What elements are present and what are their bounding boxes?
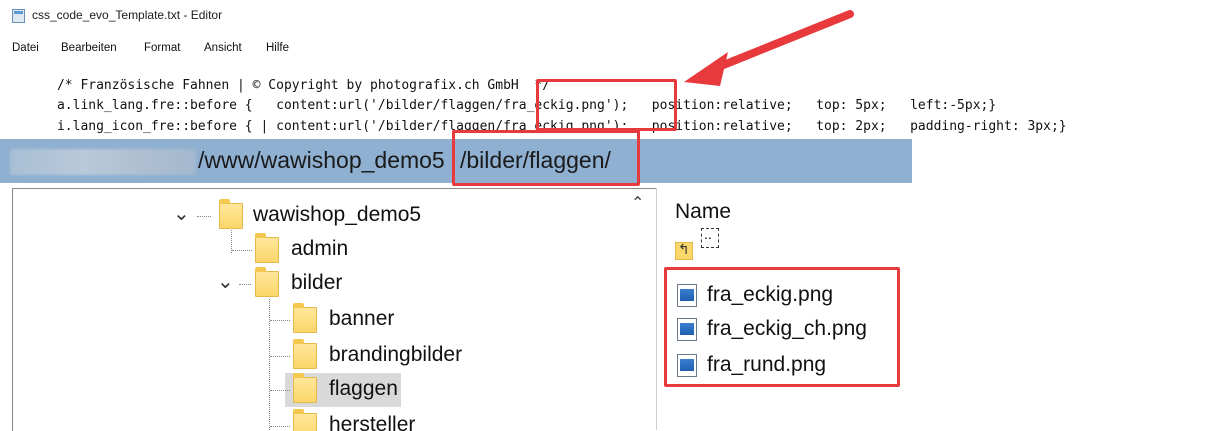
folder-icon	[219, 199, 243, 229]
tree-item-label: hersteller	[329, 413, 416, 431]
code-line-2-selector: i.lang_icon_fre::before { | content:url(…	[56, 119, 504, 134]
tree-item-label: wawishop_demo5	[253, 203, 422, 226]
tree-scrollbar[interactable]: ⌃	[619, 189, 657, 431]
chevron-down-icon[interactable]: ⌄	[217, 269, 234, 294]
tree-guide	[239, 284, 251, 285]
menu-hilfe[interactable]: Hilfe	[266, 42, 289, 54]
blurred-path-segment	[10, 149, 196, 175]
tree-item-hersteller[interactable]: hersteller	[13, 409, 613, 431]
tree-guide	[270, 356, 290, 357]
menu-bearbeiten[interactable]: Bearbeiten	[61, 42, 117, 54]
code-line-comment: /* Französische Fahnen | © Copyright by …	[10, 63, 550, 93]
window-title: css_code_evo_Template.txt - Editor	[32, 8, 223, 22]
notepad-icon	[12, 9, 25, 23]
editor-window: css_code_evo_Template.txt - Editor Datei…	[0, 0, 1225, 134]
menu-format[interactable]: Format	[144, 42, 180, 54]
tree-guide	[232, 250, 252, 251]
chevron-down-icon[interactable]: ⌄	[173, 201, 190, 226]
folder-tree[interactable]: ⌄ wawishop_demo5 admin ⌄ bilder banner b…	[12, 188, 657, 431]
folder-icon	[293, 303, 317, 333]
folder-icon	[293, 339, 317, 369]
folder-icon	[293, 409, 317, 431]
tree-guide	[270, 426, 290, 427]
tree-item-label: bilder	[291, 271, 343, 294]
folder-icon	[293, 373, 317, 403]
tree-item-label: admin	[291, 237, 349, 260]
tree-item-label: brandingbilder	[329, 343, 463, 366]
tree-guide	[197, 216, 211, 217]
tree-item-wawishop-demo5[interactable]: ⌄ wawishop_demo5	[13, 199, 613, 233]
menu-bar: Datei Bearbeiten Format Ansicht Hilfe	[0, 42, 600, 62]
tree-guide	[270, 390, 290, 391]
tree-item-bilder[interactable]: ⌄ bilder	[13, 267, 613, 301]
ftp-explorer: /www/wawishop_demo5 /bilder/flaggen/ ⌄ w…	[0, 130, 913, 431]
arrow-icon	[684, 10, 854, 86]
tree-item-flaggen[interactable]: flaggen	[13, 373, 613, 407]
code-filename-highlight	[536, 79, 677, 131]
folder-icon	[255, 267, 279, 297]
files-highlight-box	[664, 267, 900, 387]
menu-ansicht[interactable]: Ansicht	[204, 42, 242, 54]
title-bar: css_code_evo_Template.txt - Editor	[0, 6, 1225, 28]
tree-guide	[270, 320, 290, 321]
tree-item-admin[interactable]: admin	[13, 233, 613, 267]
scroll-up-icon[interactable]: ⌃	[631, 193, 644, 213]
parent-folder-icon[interactable]: ↰	[675, 238, 695, 260]
menu-datei[interactable]: Datei	[12, 42, 39, 54]
path-prefix: /www/wawishop_demo5	[198, 147, 445, 173]
up-arrow-icon: ↰	[678, 241, 690, 257]
parent-directory-item[interactable]: ..	[701, 227, 719, 248]
folder-icon	[255, 233, 279, 263]
path-highlight-box	[452, 130, 640, 186]
tree-item-banner[interactable]: banner	[13, 303, 613, 337]
tree-item-label: banner	[329, 307, 395, 330]
tree-item-brandingbilder[interactable]: brandingbilder	[13, 339, 613, 373]
tree-item-label: flaggen	[329, 377, 398, 400]
column-header-name[interactable]: Name	[675, 200, 731, 224]
